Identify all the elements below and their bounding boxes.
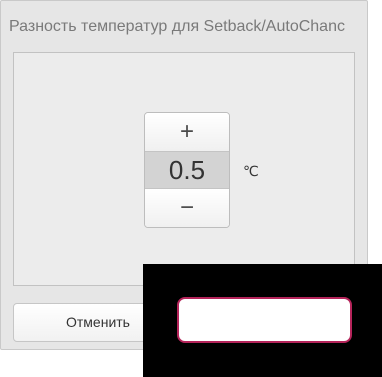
focused-button-highlight[interactable] bbox=[177, 297, 352, 343]
dialog-title: Разность температур для Setback/AutoChan… bbox=[9, 18, 345, 35]
plus-icon: + bbox=[179, 118, 194, 145]
increment-button[interactable]: + bbox=[145, 113, 229, 151]
stepper-value: 0.5 bbox=[145, 151, 229, 189]
decrement-button[interactable]: − bbox=[145, 189, 229, 227]
value-stepper: + 0.5 − bbox=[144, 112, 230, 228]
dialog-content: + 0.5 − ℃ bbox=[13, 52, 355, 286]
unit-label: ℃ bbox=[243, 163, 259, 179]
minus-icon: − bbox=[179, 194, 194, 221]
